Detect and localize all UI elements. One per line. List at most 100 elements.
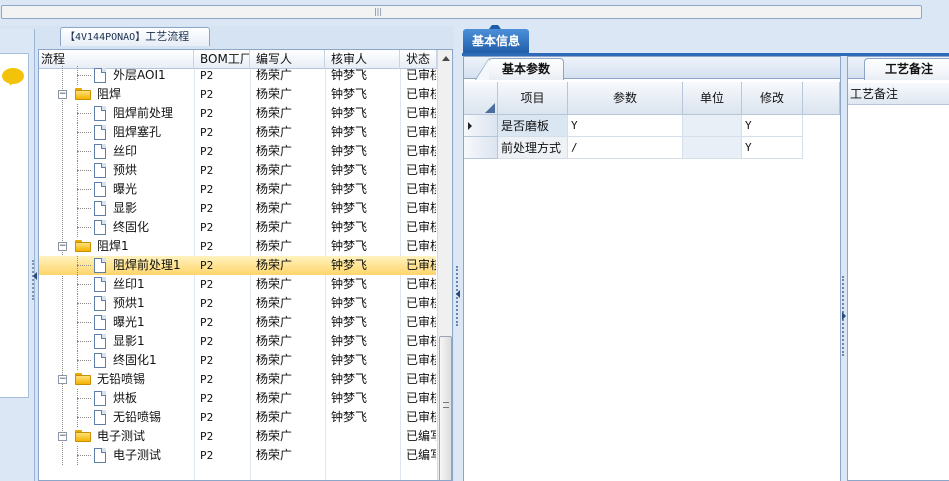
- folder-icon: [75, 373, 91, 385]
- column-header-param[interactable]: 参数: [568, 82, 683, 115]
- bom-cell: P2: [200, 316, 214, 329]
- tree-item-row[interactable]: 显影1 P2 杨荣广 钟梦飞 已审核: [39, 332, 436, 351]
- column-header-modify[interactable]: 修改: [742, 82, 803, 115]
- tree-guide-line: [77, 455, 91, 456]
- document-icon: [94, 163, 106, 178]
- row-header[interactable]: [464, 137, 498, 159]
- grid-corner-header: [464, 82, 498, 115]
- notes-column-header[interactable]: 工艺备注: [848, 83, 949, 105]
- tab-process-notes[interactable]: 工艺备注: [864, 58, 949, 80]
- bom-cell: P2: [200, 449, 214, 462]
- tab-basic-info[interactable]: 基本信息: [463, 25, 529, 54]
- scroll-thumb[interactable]: [439, 336, 452, 480]
- middle-splitter[interactable]: [454, 26, 462, 481]
- writer-cell: 杨荣广: [256, 239, 293, 253]
- scroll-grip-icon[interactable]: |||: [373, 8, 383, 16]
- tree-item-row[interactable]: 丝印1 P2 杨荣广 钟梦飞 已审核: [39, 275, 436, 294]
- tree-item-row[interactable]: 预烘 P2 杨荣广 钟梦飞 已审核: [39, 161, 436, 180]
- tree-item-row[interactable]: 电子测试 P2 杨荣广 已编写: [39, 446, 436, 465]
- notes-tab-strip: 工艺备注: [848, 57, 949, 80]
- reviewer-cell: 钟梦飞: [331, 258, 368, 272]
- collapse-minus-icon[interactable]: −: [58, 432, 67, 441]
- tree-guide-line: [77, 189, 91, 190]
- document-icon: [94, 448, 106, 463]
- tree-item-row[interactable]: 阻焊塞孔 P2 杨荣广 钟梦飞 已审核: [39, 123, 436, 142]
- tree-item-row[interactable]: 终固化1 P2 杨荣广 钟梦飞 已审核: [39, 351, 436, 370]
- tree-node-label: 烘板: [113, 391, 138, 405]
- param-modify-cell[interactable]: Y: [742, 137, 803, 159]
- column-header-item[interactable]: 项目: [498, 82, 568, 115]
- param-value-cell[interactable]: Y: [568, 115, 683, 137]
- scroll-up-arrow-icon[interactable]: [442, 56, 450, 61]
- bom-cell: P2: [200, 335, 214, 348]
- writer-cell: 杨荣广: [256, 334, 293, 348]
- scroll-grip-icon: [443, 402, 449, 408]
- status-cell: 已审核: [406, 182, 436, 196]
- bom-cell: P2: [200, 430, 214, 443]
- param-unit-cell[interactable]: [683, 115, 742, 137]
- param-unit-cell[interactable]: [683, 137, 742, 159]
- tree-node-label: 外层AOI1: [113, 68, 166, 82]
- tab-process-flow[interactable]: 【4V144PONAO】工艺流程: [60, 27, 210, 46]
- tree-folder-row[interactable]: − 阻焊 P2 杨荣广 钟梦飞 已审核: [39, 85, 436, 104]
- tree-item-row[interactable]: 预烘1 P2 杨荣广 钟梦飞 已审核: [39, 294, 436, 313]
- collapse-minus-icon[interactable]: −: [58, 90, 67, 99]
- collapse-left-arrow-icon[interactable]: [33, 272, 37, 280]
- row-header[interactable]: [464, 115, 498, 137]
- tree-item-row[interactable]: 阻焊前处理1 P2 杨荣广 钟梦飞 已审核: [39, 256, 436, 275]
- chat-bubble-icon[interactable]: [2, 68, 24, 86]
- collapse-minus-icon[interactable]: −: [58, 242, 67, 251]
- tree-folder-row[interactable]: − 无铅喷锡 P2 杨荣广 钟梦飞 已审核: [39, 370, 436, 389]
- folder-body: [75, 432, 91, 442]
- tree-item-row[interactable]: 曝光1 P2 杨荣广 钟梦飞 已审核: [39, 313, 436, 332]
- tree-item-row[interactable]: 终固化 P2 杨荣广 钟梦飞 已审核: [39, 218, 436, 237]
- tree-guide-line: [77, 113, 91, 114]
- tree-guide-line: [77, 284, 91, 285]
- tree-node-label: 阻焊前处理1: [113, 258, 181, 272]
- bom-cell: P2: [200, 69, 214, 82]
- expand-arrow-icon[interactable]: [842, 312, 846, 320]
- tree-guide-line: [77, 398, 91, 399]
- status-cell: 已审核: [406, 391, 436, 405]
- tree-item-row[interactable]: 显影 P2 杨荣广 钟梦飞 已审核: [39, 199, 436, 218]
- tree-item-row[interactable]: 外层AOI1 P2 杨荣广 钟梦飞 已审核: [39, 66, 436, 85]
- writer-cell: 杨荣广: [256, 201, 293, 215]
- collapse-minus-icon[interactable]: −: [58, 375, 67, 384]
- writer-cell: 杨荣广: [256, 144, 293, 158]
- tree-node-label: 预烘1: [113, 296, 145, 310]
- tab-basic-params[interactable]: 基本参数: [475, 58, 564, 80]
- tree-vertical-scrollbar[interactable]: [437, 50, 452, 480]
- reviewer-cell: 钟梦飞: [331, 163, 368, 177]
- tree-folder-row[interactable]: − 阻焊1 P2 杨荣广 钟梦飞 已审核: [39, 237, 436, 256]
- document-icon: [94, 125, 106, 140]
- writer-cell: 杨荣广: [256, 68, 293, 82]
- tree-item-row[interactable]: 曝光 P2 杨荣广 钟梦飞 已审核: [39, 180, 436, 199]
- param-item-cell[interactable]: 前处理方式: [498, 137, 568, 159]
- tree-guide-line: [77, 417, 91, 418]
- params-grid[interactable]: 项目 参数 单位 修改 是否磨板 Y Y 前处理方式 / Y: [464, 82, 840, 481]
- horizontal-scrollbar[interactable]: |||: [1, 5, 922, 19]
- tree-folder-row[interactable]: − 电子测试 P2 杨荣广 已编写: [39, 427, 436, 446]
- document-icon: [94, 201, 106, 216]
- param-modify-cell[interactable]: Y: [742, 115, 803, 137]
- left-splitter[interactable]: [32, 260, 36, 300]
- tree-item-row[interactable]: 阻焊前处理 P2 杨荣广 钟梦飞 已审核: [39, 104, 436, 123]
- status-cell: 已审核: [406, 125, 436, 139]
- tree-item-row[interactable]: 无铅喷锡 P2 杨荣广 钟梦飞 已审核: [39, 408, 436, 427]
- tree-item-row[interactable]: 烘板 P2 杨荣广 钟梦飞 已审核: [39, 389, 436, 408]
- tree-node-label: 丝印: [113, 144, 138, 158]
- part-code: 【4V144PONAO】: [65, 32, 146, 43]
- writer-cell: 杨荣广: [256, 296, 293, 310]
- reviewer-cell: 钟梦飞: [331, 87, 368, 101]
- tree-node-label: 终固化1: [113, 353, 157, 367]
- param-item-cell[interactable]: 是否磨板: [498, 115, 568, 137]
- writer-cell: 杨荣广: [256, 220, 293, 234]
- tree-guide-line: [77, 132, 91, 133]
- collapse-arrow-icon[interactable]: [456, 290, 460, 298]
- param-value-cell[interactable]: /: [568, 137, 683, 159]
- status-cell: 已编写: [406, 429, 436, 443]
- tree-item-row[interactable]: 丝印 P2 杨荣广 钟梦飞 已审核: [39, 142, 436, 161]
- status-cell: 已审核: [406, 239, 436, 253]
- process-tree-grid[interactable]: 流程 BOM工厂 编写人 核审人 状态 外层AOI1P2杨荣广钟梦飞已审核−阻焊…: [38, 49, 453, 481]
- column-header-unit[interactable]: 单位: [683, 82, 742, 115]
